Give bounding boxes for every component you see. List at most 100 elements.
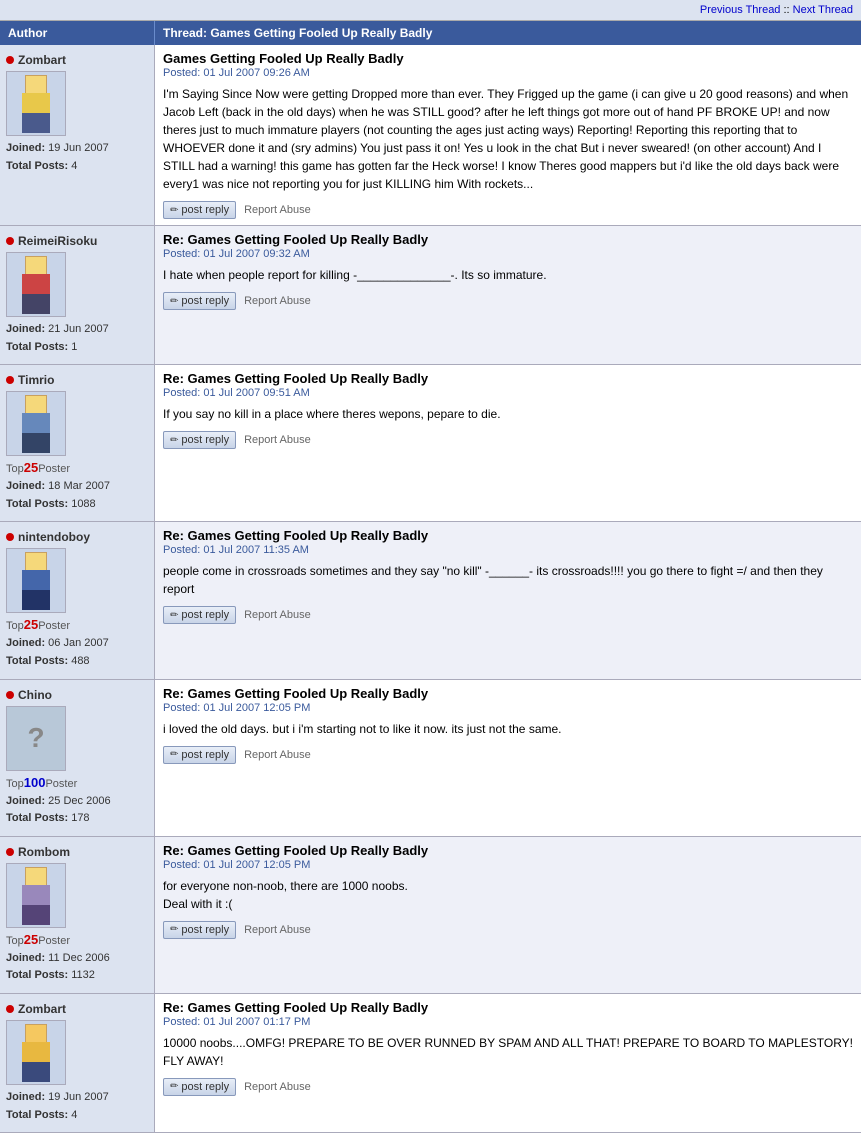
- joined-label: Joined: 18 Mar 2007: [6, 480, 110, 492]
- reply-button[interactable]: ✏post reply: [163, 292, 236, 310]
- post-date: Posted: 01 Jul 2007 09:26 AM: [163, 67, 853, 79]
- author-info: Joined: 25 Dec 2006 Total Posts: 178: [6, 793, 148, 828]
- post-title: Re: Games Getting Fooled Up Really Badly: [163, 686, 853, 701]
- author-name[interactable]: Chino: [6, 688, 148, 702]
- author-name[interactable]: Zombart: [6, 53, 148, 67]
- rank-badge: Top25Poster: [6, 932, 148, 947]
- post-date: Posted: 01 Jul 2007 12:05 PM: [163, 702, 853, 714]
- post-title: Re: Games Getting Fooled Up Really Badly: [163, 843, 853, 858]
- reply-label: post reply: [181, 204, 229, 216]
- report-abuse-link[interactable]: Report Abuse: [244, 1081, 311, 1093]
- joined-label: Joined: 19 Jun 2007: [6, 1091, 109, 1103]
- report-abuse-link[interactable]: Report Abuse: [244, 609, 311, 621]
- post-date: Posted: 01 Jul 2007 09:51 AM: [163, 387, 853, 399]
- reply-label: post reply: [181, 1081, 229, 1093]
- report-abuse-link[interactable]: Report Abuse: [244, 749, 311, 761]
- post-body: people come in crossroads sometimes and …: [163, 562, 853, 598]
- post-title: Re: Games Getting Fooled Up Really Badly: [163, 232, 853, 247]
- post-content: Re: Games Getting Fooled Up Really Badly…: [155, 680, 861, 836]
- posts-container: ZombartJoined: 19 Jun 2007Total Posts: 4…: [0, 45, 861, 1133]
- post-reply-icon: ✏: [170, 749, 178, 760]
- posts-label: Total Posts: 1088: [6, 498, 96, 510]
- reply-button[interactable]: ✏post reply: [163, 1078, 236, 1096]
- post-reply-icon: ✏: [170, 610, 178, 621]
- post-body: for everyone non-noob, there are 1000 no…: [163, 877, 853, 913]
- avatar: [6, 1020, 66, 1085]
- post-title: Re: Games Getting Fooled Up Really Badly: [163, 528, 853, 543]
- joined-label: Joined: 06 Jan 2007: [6, 637, 109, 649]
- table-row: nintendoboyTop25PosterJoined: 06 Jan 200…: [0, 522, 861, 679]
- rank-badge: Top25Poster: [6, 460, 148, 475]
- post-date: Posted: 01 Jul 2007 11:35 AM: [163, 544, 853, 556]
- post-body: 10000 noobs....OMFG! PREPARE TO BE OVER …: [163, 1034, 853, 1070]
- post-reply-icon: ✏: [170, 435, 178, 446]
- author-cell-0: Zombart Joined: 19 Jun 2007 Total Posts: 4: [0, 45, 155, 225]
- post-content: Re: Games Getting Fooled Up Really Badly…: [155, 365, 861, 521]
- posts-label: Total Posts: 178: [6, 812, 90, 824]
- avatar: ?: [6, 706, 66, 771]
- author-cell-2: Timrio Top25Poster Joined: 18 Mar 2007 Tota…: [0, 365, 155, 521]
- author-info: Joined: 18 Mar 2007 Total Posts: 1088: [6, 478, 148, 513]
- username: Rombom: [18, 845, 70, 859]
- rank-badge: Top100Poster: [6, 775, 148, 790]
- online-indicator: [6, 1005, 14, 1013]
- table-row: Zombart Joined: 19 Jun 2007Total Posts: 4…: [0, 994, 861, 1133]
- report-abuse-link[interactable]: Report Abuse: [244, 924, 311, 936]
- reply-button[interactable]: ✏post reply: [163, 746, 236, 764]
- post-reply-icon: ✏: [170, 924, 178, 935]
- post-title: Games Getting Fooled Up Really Badly: [163, 51, 853, 66]
- author-cell-1: ReimeiRisokuJoined: 21 Jun 2007Total Pos…: [0, 226, 155, 364]
- reply-button[interactable]: ✏post reply: [163, 201, 236, 219]
- author-name[interactable]: Zombart: [6, 1002, 148, 1016]
- report-abuse-link[interactable]: Report Abuse: [244, 434, 311, 446]
- post-actions: ✏post reply Report Abuse: [163, 431, 853, 449]
- reply-button[interactable]: ✏post reply: [163, 431, 236, 449]
- reply-button[interactable]: ✏post reply: [163, 606, 236, 624]
- author-cell-3: nintendoboyTop25PosterJoined: 06 Jan 200…: [0, 522, 155, 678]
- author-info: Joined: 19 Jun 2007Total Posts: 4: [6, 1089, 148, 1124]
- report-abuse-link[interactable]: Report Abuse: [244, 204, 311, 216]
- header-thread-title: Thread: Games Getting Fooled Up Really B…: [155, 21, 861, 45]
- post-body: If you say no kill in a place where ther…: [163, 405, 853, 423]
- joined-label: Joined: 21 Jun 2007: [6, 323, 109, 335]
- author-cell-4: Chino? Top100Poster Joined: 25 Dec 2006 Tot…: [0, 680, 155, 836]
- nav-bar: Previous Thread :: Next Thread: [0, 0, 861, 21]
- post-body: I hate when people report for killing -_…: [163, 266, 853, 284]
- online-indicator: [6, 691, 14, 699]
- author-cell-6: Zombart Joined: 19 Jun 2007Total Posts: 4: [0, 994, 155, 1132]
- posts-label: Total Posts: 4: [6, 160, 77, 172]
- table-row: Zombart Joined: 19 Jun 2007 Total Posts: 4…: [0, 45, 861, 226]
- nav-separator: ::: [784, 4, 793, 16]
- joined-label: Joined: 25 Dec 2006: [6, 795, 111, 807]
- username: nintendoboy: [18, 530, 90, 544]
- post-body: i loved the old days. but i i'm starting…: [163, 720, 853, 738]
- post-title: Re: Games Getting Fooled Up Really Badly: [163, 1000, 853, 1015]
- author-info: Joined: 06 Jan 2007Total Posts: 488: [6, 635, 148, 670]
- online-indicator: [6, 533, 14, 541]
- post-reply-icon: ✏: [170, 296, 178, 307]
- post-actions: ✏post reply Report Abuse: [163, 201, 853, 219]
- avatar: [6, 391, 66, 456]
- post-content: Re: Games Getting Fooled Up Really Badly…: [155, 226, 861, 364]
- post-date: Posted: 01 Jul 2007 01:17 PM: [163, 1016, 853, 1028]
- thread-header: Author Thread: Games Getting Fooled Up R…: [0, 21, 861, 45]
- author-name[interactable]: Timrio: [6, 373, 148, 387]
- author-name[interactable]: nintendoboy: [6, 530, 148, 544]
- table-row: Timrio Top25Poster Joined: 18 Mar 2007 Tota…: [0, 365, 861, 522]
- table-row: ReimeiRisokuJoined: 21 Jun 2007Total Pos…: [0, 226, 861, 365]
- post-reply-icon: ✏: [170, 205, 178, 216]
- post-content: Re: Games Getting Fooled Up Really Badly…: [155, 522, 861, 678]
- reply-button[interactable]: ✏post reply: [163, 921, 236, 939]
- author-name[interactable]: ReimeiRisoku: [6, 234, 148, 248]
- report-abuse-link[interactable]: Report Abuse: [244, 295, 311, 307]
- prev-thread-link[interactable]: Previous Thread: [700, 4, 781, 16]
- author-name[interactable]: Rombom: [6, 845, 148, 859]
- next-thread-link[interactable]: Next Thread: [793, 4, 853, 16]
- username: Zombart: [18, 53, 66, 67]
- reply-label: post reply: [181, 924, 229, 936]
- joined-label: Joined: 19 Jun 2007: [6, 142, 109, 154]
- posts-label: Total Posts: 1132: [6, 969, 95, 981]
- post-actions: ✏post reply Report Abuse: [163, 746, 853, 764]
- author-info: Joined: 11 Dec 2006Total Posts: 1132: [6, 950, 148, 985]
- username: Zombart: [18, 1002, 66, 1016]
